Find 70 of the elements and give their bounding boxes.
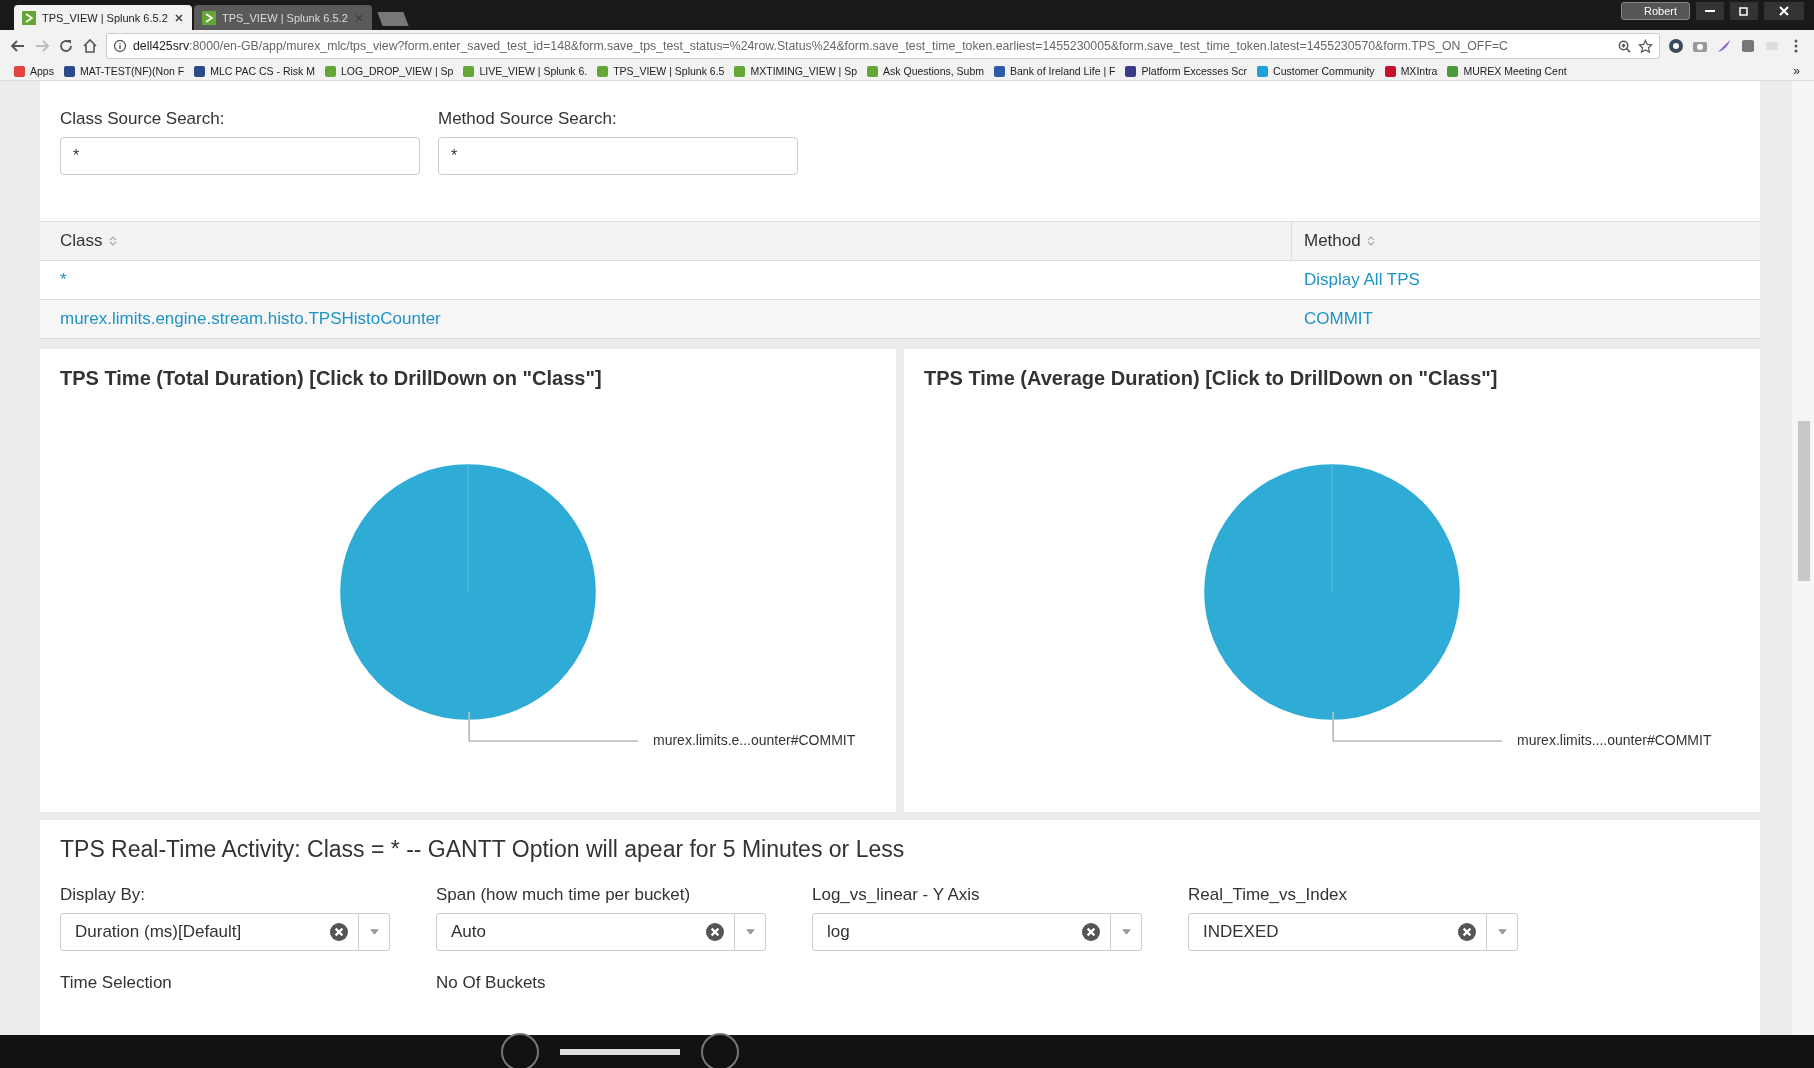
field-label: Time Selection (60, 973, 173, 993)
minimize-button[interactable] (1696, 2, 1724, 20)
chart-title: TPS Time (Average Duration) [Click to DrillDown on "Class"] (924, 367, 1499, 390)
clear-icon[interactable] (1082, 923, 1100, 941)
browser-tab[interactable]: TPS_VIEW | Splunk 6.5.2 (14, 5, 192, 30)
field-label: Class Source Search: (60, 109, 226, 129)
splunk-icon (202, 10, 216, 25)
column-header[interactable]: Class (60, 231, 103, 251)
pie-chart[interactable] (1202, 462, 1462, 722)
slice-label: murex.limits....ounter#COMMIT (1517, 732, 1712, 748)
bookmark[interactable]: TPS_VIEW | Splunk 6.5 (597, 65, 725, 77)
caret-icon (1497, 929, 1507, 935)
home-icon[interactable] (82, 38, 98, 54)
extension-icon[interactable] (1740, 38, 1756, 54)
close-button[interactable] (1764, 2, 1804, 20)
address-bar[interactable]: dell425srv:8000/en-GB/app/murex_mlc/tps_view?form.enter_saved_test_id=148&form.save_tps_test_status=%24row.Status%24&form.save_test_time_token.earliest=1455230005&form.save_test_time_token.latest=1455230570&form.TPS_ON_OFF=C (106, 33, 1660, 59)
dropdown-label: Real_Time_vs_Index (1188, 885, 1349, 905)
bookmark[interactable]: MAT-TEST(NF)(Non F (63, 65, 185, 77)
slice-label: murex.limits.e...ounter#COMMIT (653, 732, 856, 748)
field-label: Method Source Search: (438, 109, 618, 129)
clear-icon[interactable] (1458, 923, 1476, 941)
reload-icon[interactable] (58, 38, 74, 54)
bookmark[interactable]: MXIntra (1384, 65, 1438, 77)
bookmark[interactable]: Customer Community (1257, 65, 1375, 77)
dropdown-label: Log_vs_linear - Y Axis (812, 885, 981, 905)
splunk-icon (22, 10, 36, 25)
maximize-button[interactable] (1730, 2, 1758, 20)
bookmark[interactable]: Bank of Ireland Life | F (994, 65, 1116, 77)
class-link[interactable]: * (60, 270, 67, 290)
profile-button[interactable]: Robert (1620, 2, 1690, 20)
close-icon[interactable] (174, 12, 184, 23)
dropdown-label: Display By: (60, 885, 147, 905)
clear-icon[interactable] (706, 923, 724, 941)
section-title: TPS Real-Time Activity: Class = * -- GANTT Option will apear for 5 Minutes or Less (60, 836, 906, 863)
progress-track[interactable] (560, 1048, 680, 1055)
bookmark[interactable]: Platform Excesses Scr (1125, 65, 1248, 77)
zoom-icon[interactable] (1617, 38, 1632, 54)
scrollbar[interactable] (1792, 81, 1814, 1035)
search-field[interactable]: * (438, 137, 798, 175)
bookmark[interactable]: LIVE_VIEW | Splunk 6. (463, 65, 588, 77)
new-tab-button[interactable] (377, 12, 409, 26)
dropdown[interactable]: Duration (ms)[Default] (60, 913, 390, 951)
bookmark[interactable]: Ask Questions, Subm (867, 65, 984, 77)
info-icon[interactable] (113, 39, 127, 53)
bookmark[interactable]: MUREX Meeting Cent (1447, 65, 1567, 77)
bookmark[interactable]: Apps (14, 65, 54, 77)
field-label: No Of Buckets (436, 973, 547, 993)
caret-icon (745, 929, 755, 935)
column-header[interactable]: Method (1304, 231, 1361, 251)
bookmark[interactable]: LOG_DROP_VIEW | Sp (324, 65, 454, 77)
dropdown[interactable]: INDEXED (1188, 913, 1518, 951)
bookmark[interactable]: MXTIMING_VIEW | Sp (734, 65, 858, 77)
minimize-icon (1705, 10, 1715, 12)
caret-icon (369, 929, 379, 935)
more-bookmarks-button[interactable]: » (1793, 64, 1800, 78)
caret-icon (1121, 929, 1131, 935)
dropdown[interactable]: Auto (436, 913, 766, 951)
extension-icon[interactable] (1668, 38, 1684, 54)
dropdown[interactable]: log (812, 913, 1142, 951)
browser-tab[interactable]: TPS_VIEW | Splunk 6.5.2 (194, 5, 372, 30)
star-icon[interactable] (1638, 38, 1653, 54)
bookmark[interactable]: MLC PAC CS - Risk M (194, 65, 315, 77)
chart-title: TPS Time (Total Duration) [Click to DrillDown on "Class"] (60, 367, 603, 390)
back-icon[interactable] (10, 38, 26, 54)
dropdown-label: Span (how much time per bucket) (436, 885, 692, 905)
pie-chart[interactable] (338, 462, 598, 722)
clear-icon[interactable] (330, 923, 348, 941)
close-icon (1778, 5, 1790, 17)
maximize-icon (1738, 5, 1750, 17)
search-field[interactable]: * (60, 137, 420, 175)
